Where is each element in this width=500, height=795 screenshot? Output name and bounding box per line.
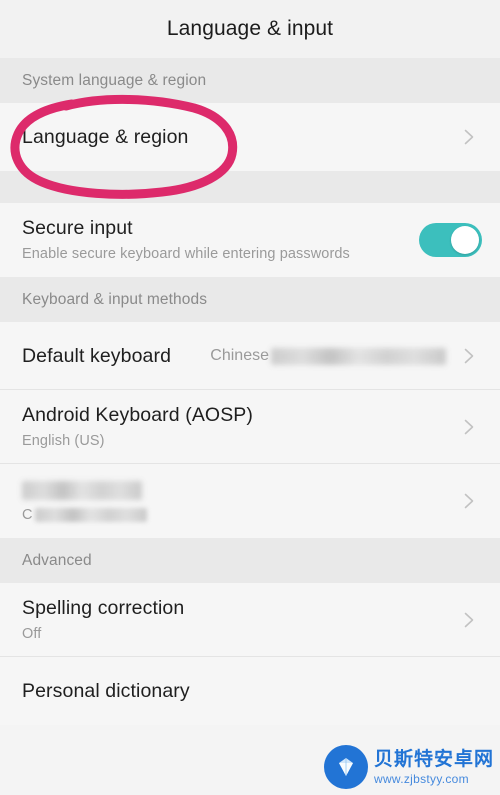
row-android-keyboard-aosp[interactable]: Android Keyboard (AOSP) English (US) [0, 390, 500, 464]
row-secure-input[interactable]: Secure input Enable secure keyboard whil… [0, 203, 500, 277]
row-spelling-correction-text: Spelling correction Off [22, 596, 446, 643]
row-personal-dictionary-title: Personal dictionary [22, 679, 190, 702]
watermark-text: 贝斯特安卓网 www.zjbstyy.com [374, 750, 494, 785]
row-default-keyboard-value-text: Chinese [210, 347, 269, 364]
row-default-keyboard-value: Chinese [210, 347, 446, 365]
redacted-title-block [22, 480, 142, 500]
row-secure-input-text: Secure input Enable secure keyboard whil… [22, 216, 407, 263]
watermark: 贝斯特安卓网 www.zjbstyy.com [323, 745, 494, 789]
chevron-right-icon [456, 488, 482, 514]
watermark-site-name: 贝斯特安卓网 [373, 748, 494, 770]
row-language-region-title: Language & region [22, 125, 189, 148]
group-secure-input: Secure input Enable secure keyboard whil… [0, 203, 500, 277]
row-redacted-input-method-text: C [22, 477, 446, 524]
row-android-keyboard-aosp-subtitle: English (US) [22, 432, 105, 449]
group-system-language-region: Language & region [0, 103, 500, 171]
row-secure-input-subtitle: Enable secure keyboard while entering pa… [22, 245, 350, 262]
row-redacted-input-method-subtitle: C [22, 506, 446, 525]
row-spelling-correction-title: Spelling correction [22, 597, 185, 620]
title-bar: Language & input [0, 0, 500, 58]
settings-screen: Language & input System language & regio… [0, 0, 500, 795]
row-redacted-input-method-subtitle-text: C [22, 506, 33, 523]
section-header-label: Advanced [22, 551, 92, 569]
watermark-diamond-icon [323, 745, 368, 789]
row-personal-dictionary[interactable]: Personal dictionary [0, 657, 500, 725]
row-android-keyboard-aosp-text: Android Keyboard (AOSP) English (US) [22, 403, 446, 450]
page-title: Language & input [166, 17, 334, 40]
chevron-right-icon [456, 124, 482, 150]
row-default-keyboard-title: Default keyboard [22, 344, 172, 367]
row-personal-dictionary-text: Personal dictionary [22, 679, 482, 703]
toggle-knob [451, 226, 479, 254]
watermark-url: www.zjbstyy.com [373, 771, 469, 786]
section-header-advanced: Advanced [0, 538, 500, 583]
chevron-right-icon [456, 414, 482, 440]
row-language-region-text: Language & region [22, 125, 446, 149]
row-default-keyboard[interactable]: Default keyboard Chinese [0, 322, 500, 390]
section-header-label: Keyboard & input methods [22, 290, 208, 308]
row-redacted-input-method[interactable]: C [0, 464, 500, 538]
chevron-right-icon [456, 343, 482, 369]
group-advanced: Spelling correction Off Personal diction… [0, 583, 500, 725]
group-keyboard-input-methods: Default keyboard Chinese Android Keyboar… [0, 322, 500, 538]
section-header-label: System language & region [22, 71, 207, 89]
section-header-system-language-region: System language & region [0, 58, 500, 103]
row-secure-input-title: Secure input [22, 217, 133, 240]
row-spelling-correction-subtitle: Off [22, 625, 42, 642]
row-language-region[interactable]: Language & region [0, 103, 500, 171]
section-gap-band-1 [0, 171, 500, 203]
row-redacted-input-method-title [22, 477, 446, 501]
section-header-keyboard-input-methods: Keyboard & input methods [0, 277, 500, 322]
chevron-right-icon [456, 607, 482, 633]
row-android-keyboard-aosp-title: Android Keyboard (AOSP) [22, 404, 253, 427]
secure-input-toggle[interactable] [419, 223, 482, 257]
row-default-keyboard-text: Default keyboard [22, 344, 196, 368]
row-spelling-correction[interactable]: Spelling correction Off [0, 583, 500, 657]
redacted-subtitle-block [34, 507, 147, 522]
redacted-value-block [271, 347, 446, 365]
